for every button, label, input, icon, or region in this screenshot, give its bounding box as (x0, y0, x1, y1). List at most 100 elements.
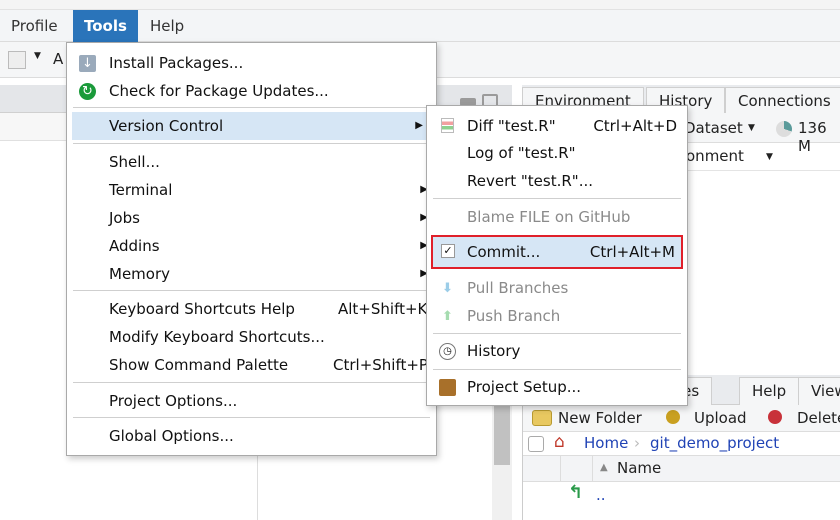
menu-tools[interactable]: Tools (73, 10, 138, 42)
separator (73, 143, 430, 144)
sort-ascending-icon: ▲ (600, 462, 608, 473)
menu-item-jobs[interactable]: Jobs ▶ (67, 204, 436, 232)
shortcut: Ctrl+Shift+P (333, 356, 428, 374)
column-name[interactable]: Name (617, 459, 661, 477)
menu-item-addins[interactable]: Addins ▶ (67, 232, 436, 260)
label: Revert "test.R"... (467, 172, 593, 190)
separator (73, 107, 430, 108)
commit-checkbox-icon: ✓ (441, 244, 455, 258)
chevron-down-icon[interactable]: ▼ (34, 51, 41, 61)
menu-item-terminal[interactable]: Terminal ▶ (67, 176, 436, 204)
separator (433, 198, 681, 199)
label: Install Packages... (109, 54, 244, 72)
label: Shell... (109, 153, 160, 171)
breadcrumb: ⌂ Home › git_demo_project (522, 432, 840, 456)
shortcut: Alt+Shift+K (338, 300, 428, 318)
label: History (467, 342, 521, 360)
refresh-icon: ↻ (79, 83, 96, 100)
label: Diff "test.R" (467, 117, 556, 135)
menu-item-version-control[interactable]: Version Control ▶ (72, 112, 431, 140)
shortcut: Ctrl+Alt+D (593, 117, 677, 135)
menu-item-memory[interactable]: Memory ▶ (67, 260, 436, 288)
menu-item-revert[interactable]: Revert "test.R"... (427, 167, 687, 195)
menu-item-check-updates[interactable]: ↻ Check for Package Updates... (67, 77, 436, 105)
menu-item-modify-shortcuts[interactable]: Modify Keyboard Shortcuts... (67, 323, 436, 351)
install-icon: ↓ (79, 55, 96, 72)
label: Project Setup... (467, 378, 582, 396)
label: Commit... (467, 243, 541, 261)
tab-connections[interactable]: Connections (725, 87, 840, 113)
upload-button[interactable]: Upload (694, 409, 747, 427)
breadcrumb-project[interactable]: git_demo_project (650, 434, 779, 452)
pane-layout-icon[interactable] (8, 51, 26, 69)
shortcut: Ctrl+Alt+M (589, 243, 675, 261)
submenu-arrow-icon: ▶ (415, 120, 423, 131)
separator (433, 369, 681, 370)
menu-profile[interactable]: Profile (0, 10, 69, 42)
separator (73, 382, 430, 383)
menu-item-shell[interactable]: Shell... (67, 148, 436, 176)
label: Push Branch (467, 307, 561, 325)
home-icon[interactable]: ⌂ (554, 432, 565, 452)
menu-item-blame: Blame FILE on GitHub (427, 203, 687, 231)
pull-arrow-icon: ⬇ (442, 281, 453, 296)
chevron-down-icon: ▼ (748, 123, 755, 133)
label: Jobs (109, 209, 140, 227)
menu-item-project-options[interactable]: Project Options... (67, 387, 436, 415)
menu-item-push: ⬆ Push Branch (427, 302, 687, 330)
files-toolbar: New Folder Upload Delete (522, 405, 840, 432)
breadcrumb-home[interactable]: Home (584, 434, 628, 452)
memory-pie-icon (776, 121, 792, 137)
box-icon (439, 379, 456, 396)
chevron-down-icon: ▼ (766, 152, 773, 162)
menu-item-keyboard-shortcuts-help[interactable]: Keyboard Shortcuts Help Alt+Shift+K (67, 295, 436, 323)
label: Blame FILE on GitHub (467, 208, 631, 226)
clock-icon: ◷ (439, 343, 456, 360)
menu-help[interactable]: Help (139, 10, 195, 42)
tools-menu: ↓ Install Packages... ↻ Check for Package … (66, 42, 437, 456)
new-folder-icon (532, 410, 552, 426)
diff-icon (441, 118, 454, 133)
push-arrow-icon: ⬆ (442, 309, 453, 324)
menu-item-project-setup[interactable]: Project Setup... (427, 373, 687, 401)
upload-icon (666, 410, 680, 424)
label: Global Options... (109, 427, 234, 445)
tab-help[interactable]: Help (739, 377, 800, 405)
menu-item-pull: ⬇ Pull Branches (427, 274, 687, 302)
file-row[interactable]: ↰ .. (522, 482, 840, 510)
menu-item-global-options[interactable]: Global Options... (67, 422, 436, 450)
label: Log of "test.R" (467, 144, 576, 162)
delete-icon (768, 410, 782, 424)
delete-button[interactable]: Delete (797, 409, 840, 427)
label: Show Command Palette (109, 356, 289, 374)
menu-item-diff[interactable]: Diff "test.R" Ctrl+Alt+D (427, 112, 687, 140)
label: Project Options... (109, 392, 238, 410)
select-all-checkbox[interactable] (528, 436, 544, 452)
parent-dir-link[interactable]: .. (596, 486, 606, 504)
label: Memory (109, 265, 171, 283)
column-divider (560, 456, 561, 482)
menu-item-install-packages[interactable]: ↓ Install Packages... (67, 49, 436, 77)
import-dataset-button[interactable]: Dataset (684, 119, 743, 137)
menu-item-log[interactable]: Log of "test.R" (427, 139, 687, 167)
parent-dir-icon: ↰ (568, 482, 584, 503)
label: Modify Keyboard Shortcuts... (109, 328, 325, 346)
label: Addins (109, 237, 160, 255)
menu-item-history[interactable]: ◷ History (427, 337, 687, 365)
tab-viewer[interactable]: View (798, 377, 840, 405)
version-control-menu: Diff "test.R" Ctrl+Alt+D Log of "test.R" … (426, 105, 688, 406)
label: Version Control (109, 117, 224, 135)
new-folder-button[interactable]: New Folder (558, 409, 642, 427)
label: Check for Package Updates... (109, 82, 329, 100)
column-divider (592, 456, 593, 482)
label: Pull Branches (467, 279, 569, 297)
label: Keyboard Shortcuts Help (109, 300, 295, 318)
menubar: Profile Tools Help (0, 10, 840, 42)
label: Terminal (109, 181, 173, 199)
breadcrumb-separator: › (634, 434, 640, 452)
menu-item-commit[interactable]: ✓ Commit... Ctrl+Alt+M (431, 235, 683, 269)
menu-item-command-palette[interactable]: Show Command Palette Ctrl+Shift+P (67, 351, 436, 379)
addins-button[interactable]: A (53, 50, 63, 68)
top-strip (0, 0, 840, 10)
separator (433, 333, 681, 334)
